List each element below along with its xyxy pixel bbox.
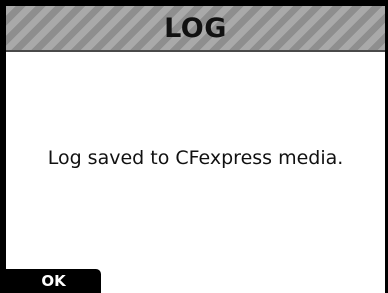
log-dialog: LOG Log saved to CFexpress media. OK bbox=[6, 6, 385, 293]
dialog-title: LOG bbox=[164, 13, 227, 44]
ok-button[interactable]: OK bbox=[6, 269, 101, 293]
dialog-title-bar: LOG bbox=[6, 6, 385, 52]
dialog-message: Log saved to CFexpress media. bbox=[47, 147, 344, 169]
